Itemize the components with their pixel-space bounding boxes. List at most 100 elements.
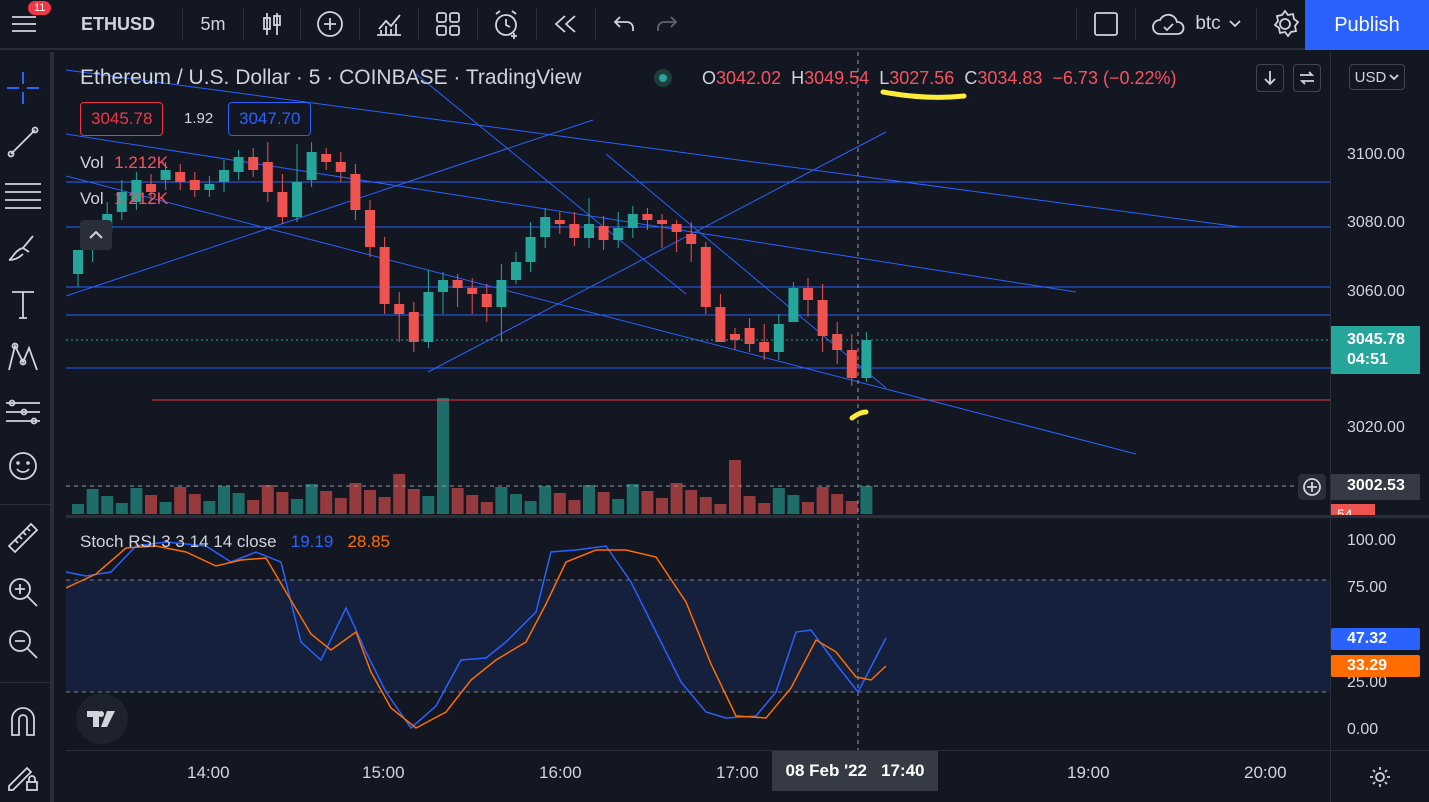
volume-bar bbox=[349, 483, 362, 514]
volume-bar bbox=[320, 491, 333, 514]
pattern-icon bbox=[8, 342, 38, 371]
buy-button[interactable]: 3047.70 bbox=[228, 102, 312, 136]
crosshair-price-badge: 3002.53 bbox=[1331, 474, 1420, 500]
currency-label: USD bbox=[1354, 68, 1387, 86]
candle-body bbox=[467, 288, 478, 294]
volume-bar bbox=[188, 494, 201, 514]
symbol-search-button[interactable]: ETHUSD bbox=[48, 0, 182, 49]
tradingview-logo[interactable] bbox=[76, 694, 128, 744]
axis-settings-button[interactable] bbox=[1330, 750, 1429, 802]
highlight-underline bbox=[880, 89, 967, 100]
currency-select[interactable]: USD bbox=[1349, 64, 1405, 90]
candle-body bbox=[700, 247, 711, 307]
candle-body bbox=[846, 350, 857, 378]
refresh-icon bbox=[1299, 71, 1315, 85]
stoch-rsi-legend[interactable]: Stoch RSI 3 3 14 14 close 19.19 28.85 bbox=[80, 532, 390, 552]
plus-circle-icon bbox=[317, 11, 343, 37]
volume-bar bbox=[568, 500, 581, 514]
volume-bar bbox=[787, 495, 800, 514]
volume-bar bbox=[729, 460, 741, 514]
candle-body bbox=[730, 334, 740, 340]
collapse-legend-button[interactable] bbox=[80, 220, 112, 250]
redo-button[interactable] bbox=[652, 0, 682, 49]
volume-legend-1[interactable]: Vol 1.212K bbox=[80, 152, 168, 174]
zoom-in-icon bbox=[9, 578, 38, 607]
stoch-rsi-label: Stoch RSI 3 3 14 14 close bbox=[80, 532, 277, 551]
zoom-out-icon bbox=[9, 630, 38, 659]
candle-body bbox=[657, 220, 667, 224]
trendline-tool[interactable] bbox=[0, 122, 46, 162]
brush-tool[interactable] bbox=[0, 228, 46, 268]
candle-body bbox=[832, 334, 843, 350]
replay-button[interactable] bbox=[537, 0, 595, 49]
volume-legend-2[interactable]: Vol 1.212K bbox=[80, 188, 168, 210]
reset-chart-button[interactable] bbox=[1293, 64, 1321, 92]
chevron-down-icon bbox=[1229, 20, 1241, 28]
price-scale[interactable]: USD 3100.00 3080.00 3060.00 3020.00 3045… bbox=[1330, 52, 1429, 750]
rewind-icon bbox=[554, 15, 576, 33]
volume-bar bbox=[130, 488, 143, 514]
text-icon bbox=[12, 291, 34, 319]
candle-body bbox=[744, 328, 755, 344]
fib-tool[interactable] bbox=[0, 176, 46, 216]
prediction-tool[interactable] bbox=[0, 392, 46, 432]
tradingview-logo-icon bbox=[87, 711, 115, 727]
notification-badge: 11 bbox=[28, 1, 52, 15]
compare-button[interactable] bbox=[301, 0, 359, 49]
candle-body bbox=[452, 280, 463, 288]
stoch-d-badge: 33.29 bbox=[1331, 655, 1420, 677]
trendline-icon bbox=[7, 126, 39, 158]
candle-body bbox=[817, 300, 828, 336]
candle-body bbox=[379, 247, 390, 304]
candle-body bbox=[73, 250, 83, 274]
layout-select-button[interactable] bbox=[1077, 0, 1135, 49]
time-label: 14:00 bbox=[187, 763, 230, 782]
indicators-button[interactable] bbox=[360, 0, 418, 49]
candle-body bbox=[394, 304, 405, 314]
interval-button[interactable]: 5m bbox=[183, 0, 243, 49]
emoji-tool[interactable] bbox=[0, 446, 46, 486]
sell-button[interactable]: 3045.78 bbox=[80, 102, 164, 136]
measure-tool[interactable] bbox=[0, 518, 46, 558]
magnet-tool[interactable] bbox=[0, 702, 46, 742]
alert-button[interactable] bbox=[478, 0, 536, 49]
volume-bar bbox=[393, 474, 406, 514]
lock-drawings-tool[interactable] bbox=[0, 756, 46, 796]
stoch-axis-label: 0.00 bbox=[1347, 721, 1379, 738]
scroll-down-button[interactable] bbox=[1256, 64, 1284, 92]
pane-separator[interactable] bbox=[66, 515, 1429, 518]
save-layout-button[interactable]: btc bbox=[1136, 0, 1256, 49]
text-tool[interactable] bbox=[0, 284, 46, 324]
volume-bar bbox=[291, 499, 303, 514]
pattern-tool[interactable] bbox=[0, 338, 46, 378]
volume-bar bbox=[480, 502, 493, 514]
templates-button[interactable] bbox=[419, 0, 477, 49]
chart-canvas[interactable] bbox=[66, 52, 1330, 750]
undo-button[interactable] bbox=[596, 0, 652, 49]
chevron-down-icon bbox=[1389, 74, 1399, 81]
stoch-k-value: 19.19 bbox=[290, 532, 334, 551]
price-label: 3020.00 bbox=[1347, 419, 1405, 436]
publish-button[interactable]: Publish bbox=[1305, 0, 1429, 50]
alarm-clock-icon bbox=[495, 10, 517, 39]
volume-bar bbox=[72, 504, 84, 514]
stoch-k-badge: 47.32 bbox=[1331, 628, 1420, 650]
candle-body bbox=[584, 224, 594, 238]
zoom-out-tool[interactable] bbox=[0, 624, 46, 664]
price-label: 3060.00 bbox=[1347, 283, 1405, 300]
candle-body bbox=[262, 162, 273, 192]
time-axis[interactable]: 14:00 15:00 16:00 17:00 19:00 20:00 08 F… bbox=[66, 750, 1330, 802]
volume-bar bbox=[145, 495, 157, 514]
menu-button[interactable]: 11 bbox=[0, 0, 52, 49]
volume-bar bbox=[524, 501, 537, 514]
crosshair-tool[interactable] bbox=[0, 68, 46, 108]
volume-bar bbox=[101, 496, 114, 514]
chart-type-button[interactable] bbox=[244, 0, 300, 49]
chart-title[interactable]: Ethereum / U.S. Dollar · 5 · COINBASE · … bbox=[80, 66, 581, 90]
drawing-toolbar bbox=[0, 52, 54, 802]
candlestick-icon bbox=[263, 13, 281, 35]
candle-body bbox=[773, 324, 784, 352]
add-alert-button[interactable] bbox=[1298, 474, 1326, 500]
zoom-in-tool[interactable] bbox=[0, 572, 46, 612]
spread-value: 1.92 bbox=[184, 110, 214, 127]
